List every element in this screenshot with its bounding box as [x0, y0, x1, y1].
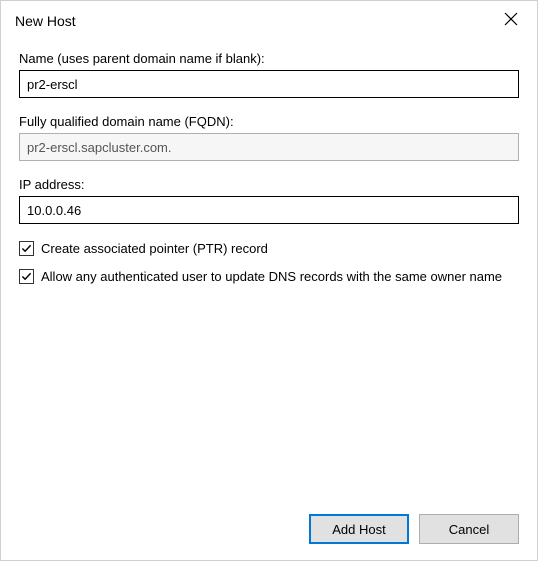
name-field-group: Name (uses parent domain name if blank):	[19, 51, 519, 98]
allow-update-checkbox-label: Allow any authenticated user to update D…	[41, 268, 502, 286]
new-host-dialog: New Host Name (uses parent domain name i…	[0, 0, 538, 561]
allow-update-checkbox[interactable]	[19, 269, 34, 284]
dialog-content: Name (uses parent domain name if blank):…	[1, 41, 537, 502]
ip-label: IP address:	[19, 177, 519, 192]
ip-input[interactable]	[19, 196, 519, 224]
name-label: Name (uses parent domain name if blank):	[19, 51, 519, 66]
ip-field-group: IP address:	[19, 177, 519, 224]
titlebar: New Host	[1, 1, 537, 41]
ptr-checkbox-row[interactable]: Create associated pointer (PTR) record	[19, 240, 519, 258]
close-button[interactable]	[493, 4, 529, 34]
button-row: Add Host Cancel	[1, 502, 537, 560]
ptr-checkbox[interactable]	[19, 241, 34, 256]
add-host-button[interactable]: Add Host	[309, 514, 409, 544]
name-input[interactable]	[19, 70, 519, 98]
cancel-button[interactable]: Cancel	[419, 514, 519, 544]
close-icon	[504, 12, 518, 26]
checkmark-icon	[21, 243, 32, 254]
dialog-title: New Host	[15, 13, 76, 29]
allow-update-checkbox-row[interactable]: Allow any authenticated user to update D…	[19, 268, 519, 286]
checkmark-icon	[21, 271, 32, 282]
fqdn-readonly: pr2-erscl.sapcluster.com.	[19, 133, 519, 161]
fqdn-label: Fully qualified domain name (FQDN):	[19, 114, 519, 129]
ptr-checkbox-label: Create associated pointer (PTR) record	[41, 240, 268, 258]
fqdn-field-group: Fully qualified domain name (FQDN): pr2-…	[19, 114, 519, 161]
